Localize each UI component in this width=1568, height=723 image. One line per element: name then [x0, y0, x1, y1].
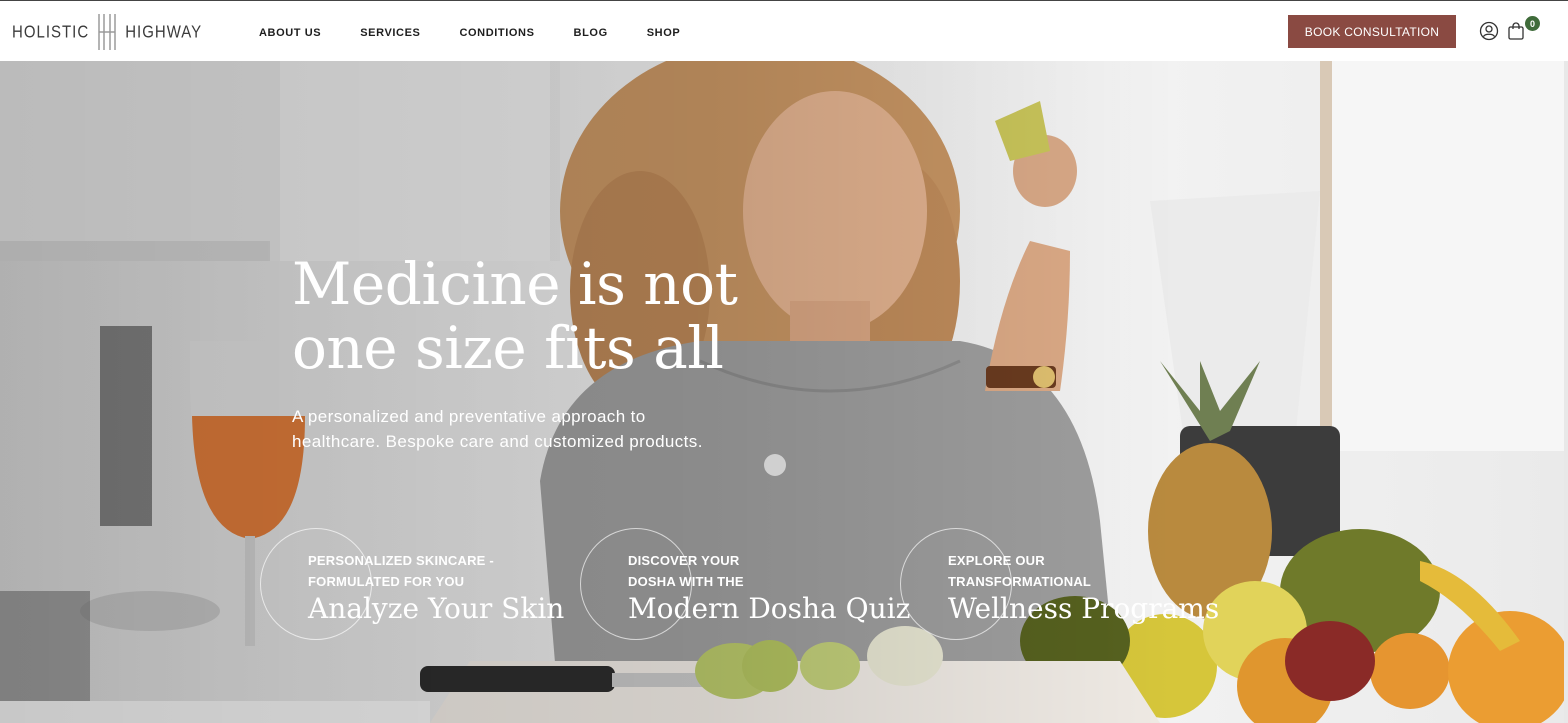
card-kicker-line: FORMULATED FOR YOU [308, 574, 465, 589]
card-title[interactable]: Modern Dosha Quiz [628, 592, 910, 625]
card-kicker-line: EXPLORE OUR [948, 553, 1045, 568]
hero-headline-line-2: one size fits all [292, 314, 724, 382]
card-title[interactable]: Wellness Programs [948, 592, 1219, 625]
hero-subtext: A personalized and preventative approach… [292, 407, 703, 451]
cart-count-badge: 0 [1525, 16, 1540, 31]
card-kicker-line: PERSONALIZED SKINCARE - [308, 553, 494, 568]
brand-mark-icon [98, 14, 116, 50]
hero-banner: Medicine is not one size fits all A pers… [0, 61, 1568, 723]
brand-name-right: HIGHWAY [125, 22, 203, 42]
card-kicker: PERSONALIZED SKINCARE - FORMULATED FOR Y… [308, 550, 568, 592]
hero-headline: Medicine is not one size fits all [292, 252, 812, 380]
card-kicker-line: TRANSFORMATIONAL [948, 574, 1092, 589]
card-kicker-line: DISCOVER YOUR [628, 553, 740, 568]
site-header: HOLISTIC HIGHWAY ABOUT US SERVICES CONDI… [0, 0, 1568, 61]
brand-name-left: HOLISTIC [12, 22, 90, 42]
card-kicker-line: DOSHA WITH THE [628, 574, 744, 589]
book-consultation-button[interactable]: BOOK CONSULTATION [1288, 15, 1456, 48]
page-scrollbar[interactable] [1564, 61, 1568, 723]
hero-headline-line-1: Medicine is not [292, 250, 738, 318]
card-kicker: EXPLORE OUR TRANSFORMATIONAL [948, 550, 1208, 592]
nav-about-us[interactable]: ABOUT US [259, 27, 321, 39]
card-title[interactable]: Analyze Your Skin [308, 592, 564, 625]
shopping-bag-icon[interactable] [1505, 20, 1527, 42]
nav-blog[interactable]: BLOG [574, 27, 608, 39]
brand-logo[interactable]: HOLISTIC HIGHWAY [12, 12, 202, 52]
user-icon[interactable] [1478, 20, 1500, 42]
nav-shop[interactable]: SHOP [647, 27, 681, 39]
card-kicker: DISCOVER YOUR DOSHA WITH THE [628, 550, 888, 592]
nav-conditions[interactable]: CONDITIONS [459, 27, 534, 39]
main-nav: ABOUT US SERVICES CONDITIONS BLOG SHOP [259, 27, 719, 39]
nav-services[interactable]: SERVICES [360, 27, 420, 39]
